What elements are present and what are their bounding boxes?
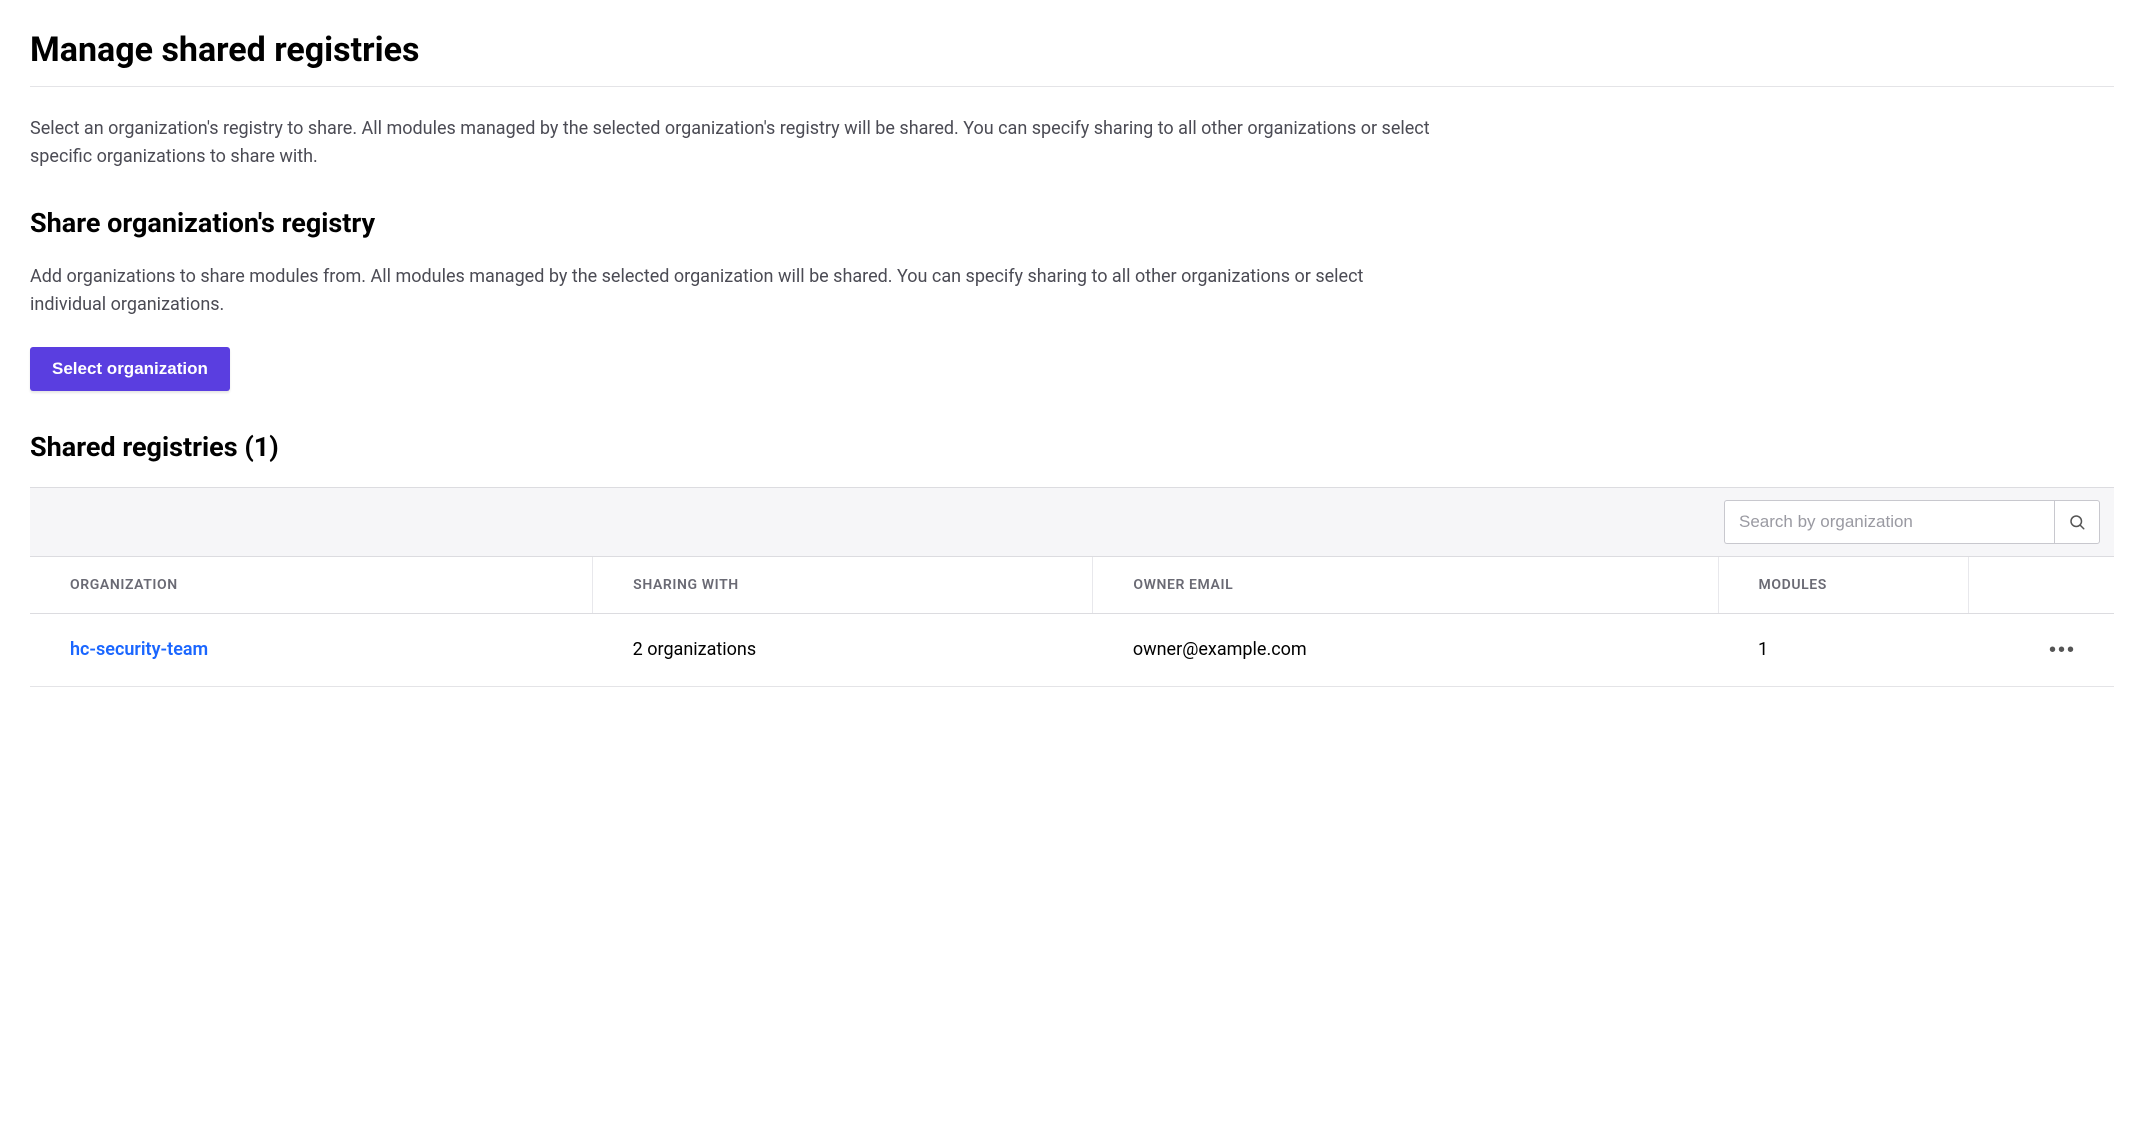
search-input[interactable] xyxy=(1724,500,2054,544)
registries-table-wrapper: ORGANIZATION SHARING WITH OWNER EMAIL MO… xyxy=(30,487,2114,687)
share-section-description: Add organizations to share modules from.… xyxy=(30,263,1430,319)
title-divider xyxy=(30,86,2114,87)
col-header-organization: ORGANIZATION xyxy=(30,557,593,614)
search-button[interactable] xyxy=(2054,500,2100,544)
more-horizontal-icon: ••• xyxy=(2049,639,2076,661)
col-header-sharing-with: SHARING WITH xyxy=(593,557,1093,614)
row-actions-button[interactable]: ••• xyxy=(2041,636,2084,664)
col-header-modules: MODULES xyxy=(1718,557,1968,614)
page-title: Manage shared registries xyxy=(30,30,2114,70)
table-toolbar xyxy=(30,488,2114,557)
col-header-owner-email: OWNER EMAIL xyxy=(1093,557,1718,614)
table-row: hc-security-team 2 organizations owner@e… xyxy=(30,613,2114,686)
table-header-row: ORGANIZATION SHARING WITH OWNER EMAIL MO… xyxy=(30,557,2114,614)
cell-sharing-with: 2 organizations xyxy=(593,613,1093,686)
select-organization-button[interactable]: Select organization xyxy=(30,347,230,391)
search-group xyxy=(1724,500,2100,544)
share-section-title: Share organization's registry xyxy=(30,207,2114,239)
page-description: Select an organization's registry to sha… xyxy=(30,115,1430,171)
cell-owner-email: owner@example.com xyxy=(1093,613,1718,686)
cell-modules: 1 xyxy=(1718,613,1968,686)
organization-link[interactable]: hc-security-team xyxy=(70,639,208,660)
registries-table: ORGANIZATION SHARING WITH OWNER EMAIL MO… xyxy=(30,557,2114,687)
col-header-actions xyxy=(1968,557,2114,614)
search-icon xyxy=(2068,513,2086,531)
shared-registries-title: Shared registries (1) xyxy=(30,431,2114,463)
